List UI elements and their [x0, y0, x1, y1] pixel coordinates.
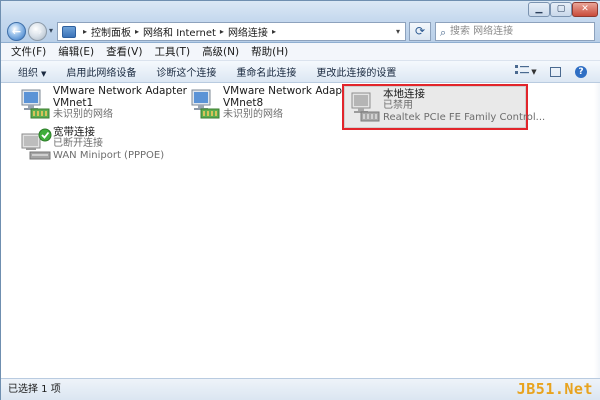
address-dropdown-icon[interactable]: ▾ — [396, 27, 400, 36]
connection-name-line2: VMnet8 — [223, 97, 264, 109]
network-adapter-icon — [188, 87, 222, 121]
connection-name: VMware Network Adapter — [223, 85, 357, 97]
connection-device: WAN Miniport (PPPOE) — [53, 150, 165, 161]
close-button[interactable]: ✕ — [572, 2, 598, 17]
recent-pages-dropdown[interactable]: ▾ — [49, 26, 53, 35]
breadcrumb-network-internet[interactable]: 网络和 Internet — [143, 24, 216, 39]
menu-help[interactable]: 帮助(H) — [245, 44, 294, 59]
connection-status: 未识别的网络 — [223, 109, 283, 120]
menu-tools[interactable]: 工具(T) — [148, 44, 196, 59]
address-bar[interactable]: ▸ 控制面板 ▸ 网络和 Internet ▸ 网络连接 ▸ — [57, 22, 406, 41]
enable-device-button[interactable]: 启用此网络设备 — [56, 64, 146, 79]
connection-broadband[interactable]: 宽带连接 已断开连接 WAN Miniport (PPPOE) — [15, 125, 185, 167]
preview-pane-icon[interactable] — [548, 64, 562, 80]
connection-vmnet8[interactable]: VMware Network Adapter VMnet8 未识别的网络 — [185, 84, 357, 126]
connection-status: 已断开连接 — [53, 138, 103, 149]
view-dropdown-icon[interactable]: ▼ — [530, 64, 538, 80]
organize-button[interactable]: 组织 ▼ — [8, 64, 56, 79]
menu-advanced[interactable]: 高级(N) — [196, 44, 245, 59]
dialup-connection-icon — [18, 128, 52, 162]
search-icon: ⌕ — [440, 26, 447, 39]
connection-name: 本地连接 — [383, 88, 425, 100]
connection-status: 已禁用 — [383, 100, 413, 111]
change-view-icon[interactable] — [514, 64, 530, 80]
connection-local-area[interactable]: 本地连接 已禁用 Realtek PCIe FE Family Control.… — [342, 84, 545, 130]
selection-count: 已选择 1 项 — [8, 384, 61, 395]
connection-name: 宽带连接 — [53, 126, 95, 138]
back-button[interactable]: ← — [7, 22, 26, 41]
menu-view[interactable]: 查看(V) — [100, 44, 148, 59]
refresh-button[interactable]: ⟳ — [409, 22, 431, 41]
connection-name: VMware Network Adapter — [53, 85, 187, 97]
connection-status: 未识别的网络 — [53, 109, 113, 120]
breadcrumb-separator[interactable]: ▸ — [220, 27, 224, 36]
search-input[interactable]: ⌕ 搜索 网络连接 — [435, 22, 595, 41]
menu-bar: 文件(F) 编辑(E) 查看(V) 工具(T) 高级(N) 帮助(H) — [1, 43, 600, 61]
command-bar: 组织 ▼ 启用此网络设备 诊断这个连接 重命名此连接 更改此连接的设置 ▼ ? — [1, 61, 600, 83]
menu-edit[interactable]: 编辑(E) — [52, 44, 100, 59]
disabled-adapter-icon — [348, 90, 382, 124]
help-icon[interactable]: ? — [574, 64, 588, 80]
change-settings-button[interactable]: 更改此连接的设置 — [306, 64, 406, 79]
minimize-button[interactable]: ▁ — [528, 2, 550, 17]
maximize-button[interactable]: ▢ — [550, 2, 572, 17]
forward-button[interactable]: → — [28, 22, 47, 41]
search-placeholder: 搜索 网络连接 — [450, 26, 514, 37]
network-adapter-icon — [18, 87, 52, 121]
menu-file[interactable]: 文件(F) — [5, 44, 52, 59]
breadcrumb-network-connections[interactable]: 网络连接 — [228, 24, 268, 39]
breadcrumb-separator[interactable]: ▸ — [83, 27, 87, 36]
control-panel-icon — [62, 25, 76, 38]
status-bar: 已选择 1 项 — [1, 378, 600, 400]
rename-button[interactable]: 重命名此连接 — [226, 64, 306, 79]
breadcrumb-control-panel[interactable]: 控制面板 — [91, 24, 131, 39]
connections-list: VMware Network Adapter VMnet1 未识别的网络 VMw… — [1, 83, 600, 378]
chevron-down-icon: ▼ — [41, 70, 47, 78]
breadcrumb-separator[interactable]: ▸ — [272, 27, 276, 36]
title-bar: ▁ ▢ ✕ ← → ▾ ▸ 控制面板 ▸ 网络和 Internet ▸ 网络连接… — [1, 1, 600, 43]
diagnose-button[interactable]: 诊断这个连接 — [146, 64, 226, 79]
organize-label: 组织 — [18, 68, 38, 79]
connection-device: Realtek PCIe FE Family Control... — [383, 112, 546, 123]
site-watermark: JB51.Net — [516, 380, 593, 398]
connection-name-line2: VMnet1 — [53, 97, 94, 109]
connection-vmnet1[interactable]: VMware Network Adapter VMnet1 未识别的网络 — [15, 84, 187, 126]
breadcrumb-separator[interactable]: ▸ — [135, 27, 139, 36]
explorer-window: ▁ ▢ ✕ ← → ▾ ▸ 控制面板 ▸ 网络和 Internet ▸ 网络连接… — [0, 0, 600, 400]
window-edge — [594, 83, 600, 378]
